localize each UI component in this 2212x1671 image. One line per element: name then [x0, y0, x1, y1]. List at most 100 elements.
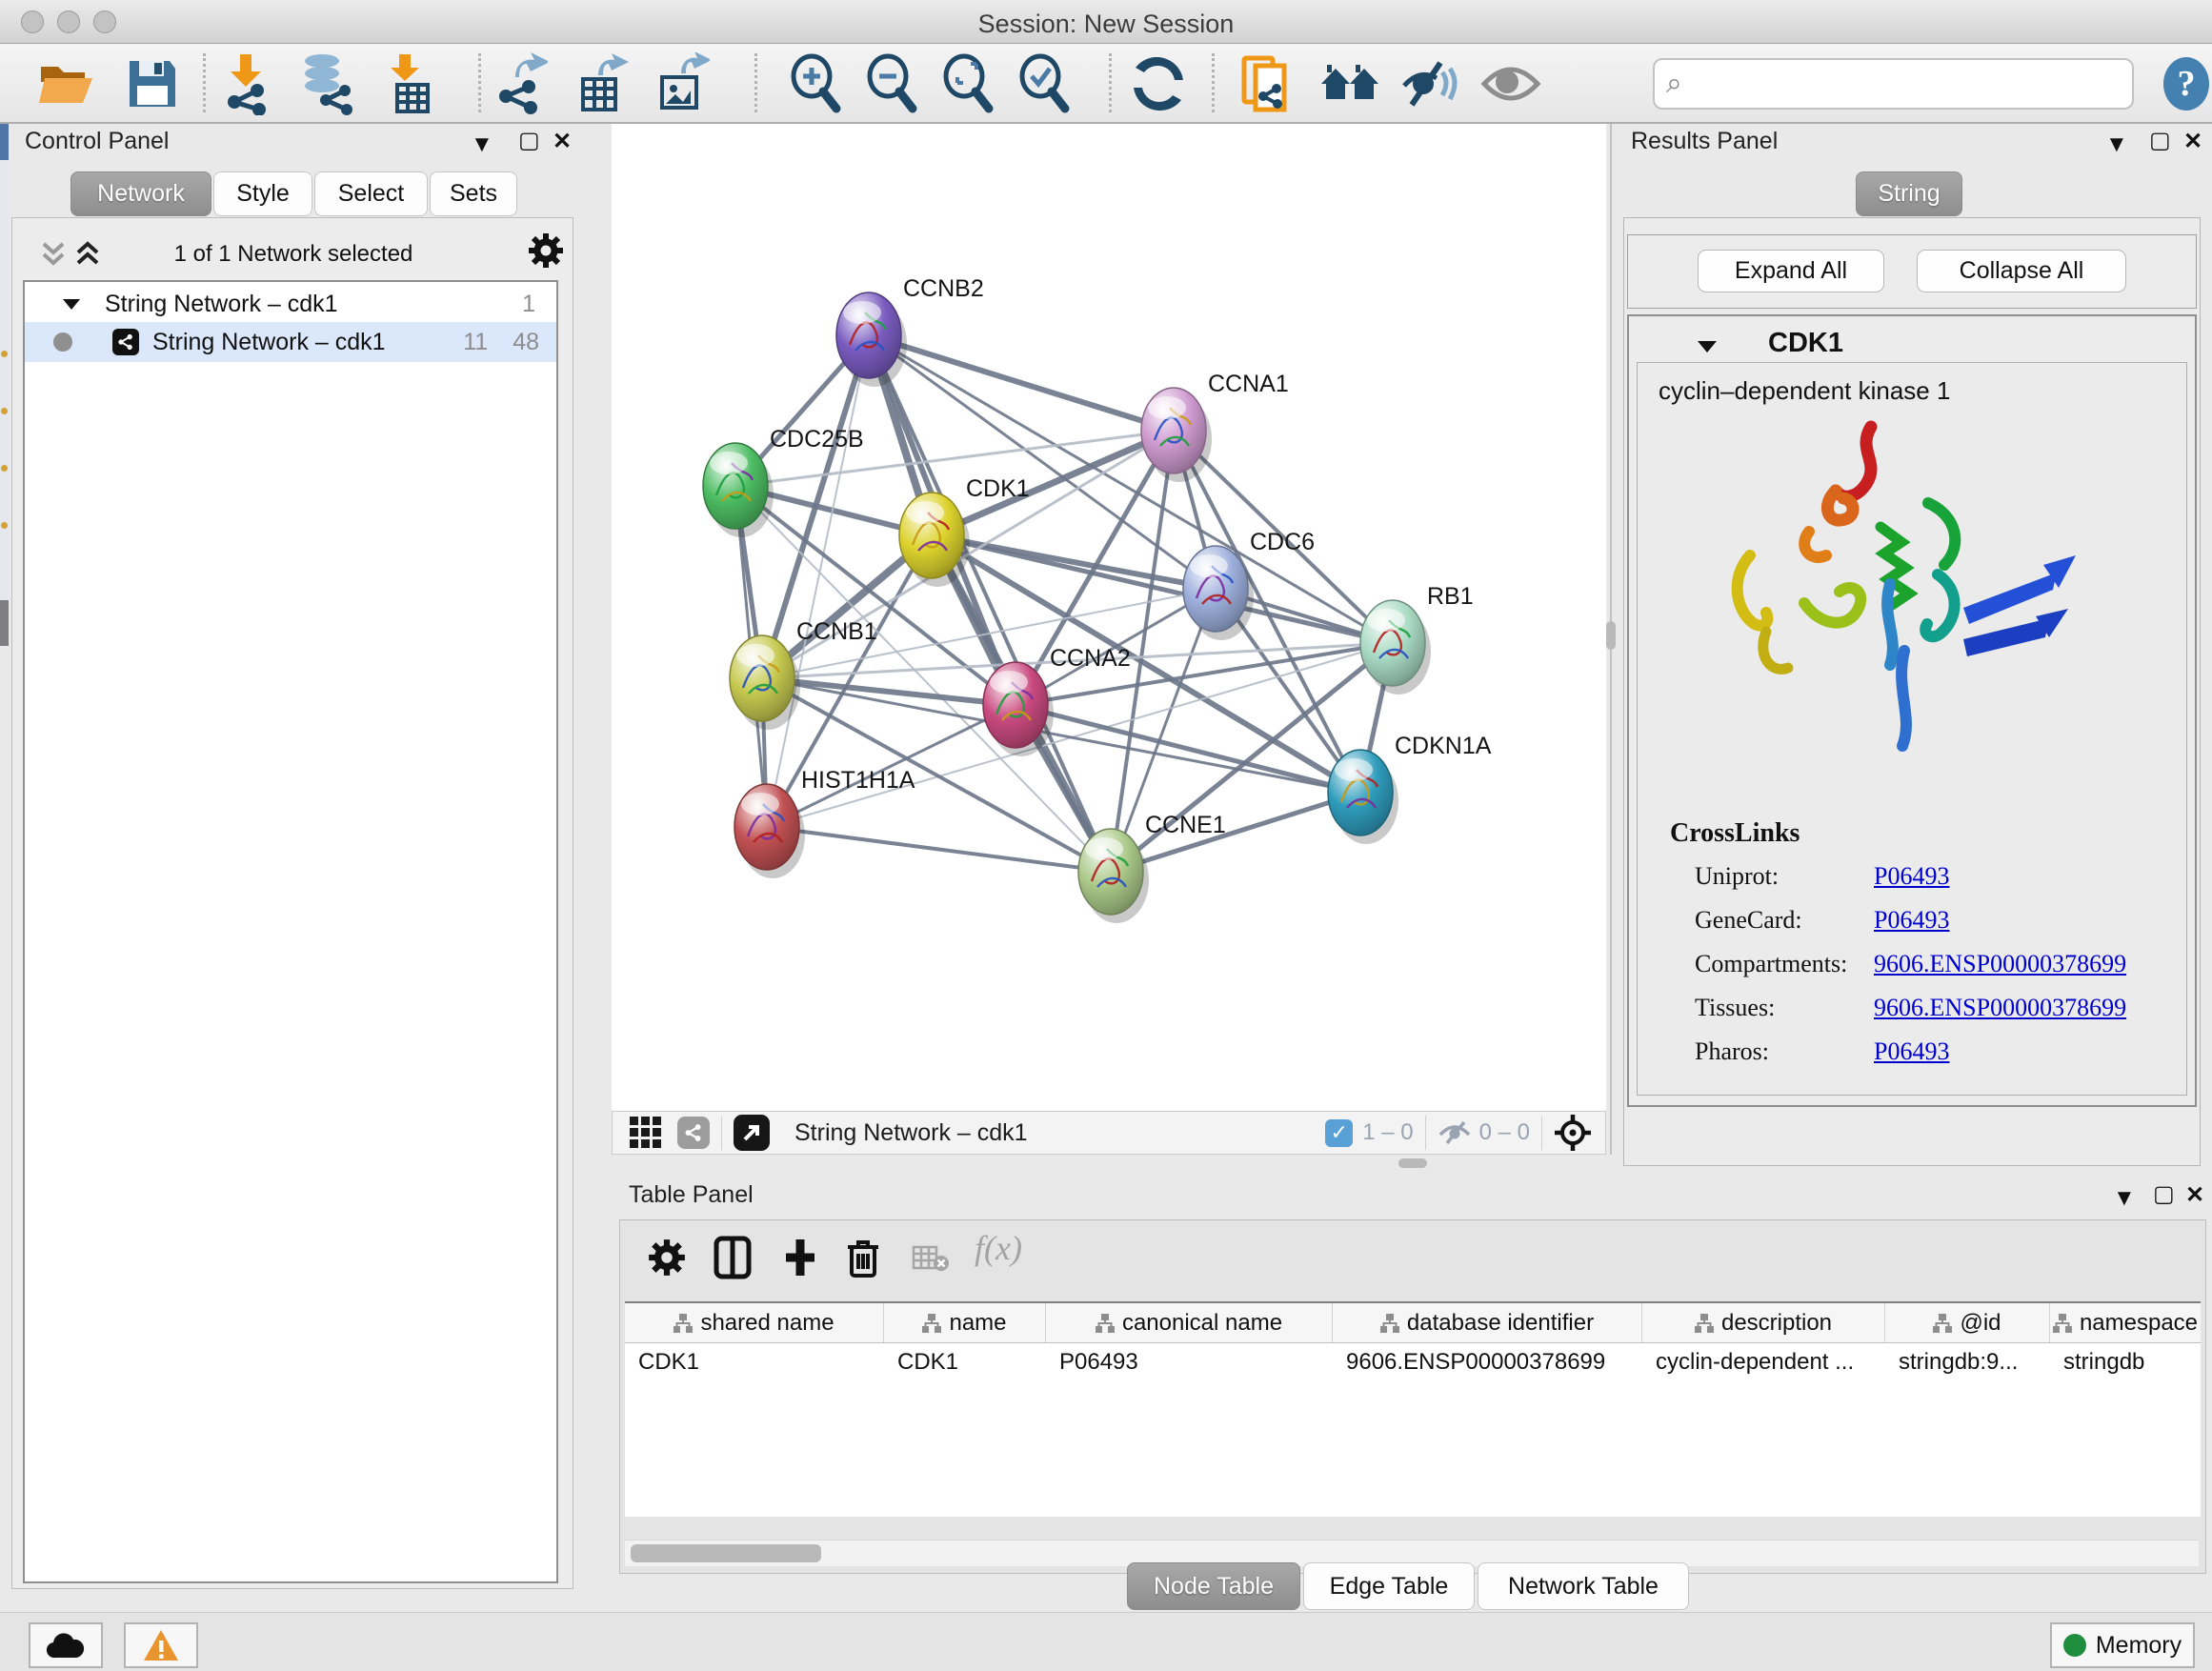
- section-collapse-triangle-icon[interactable]: [1696, 337, 1719, 355]
- table-options-button[interactable]: [647, 1238, 687, 1278]
- import-network-from-database-button[interactable]: [293, 51, 358, 116]
- refresh-button[interactable]: [1126, 51, 1191, 116]
- search-input[interactable]: [1682, 70, 2092, 98]
- control-panel-maximize-button[interactable]: ▢: [518, 130, 540, 152]
- memory-button[interactable]: Memory: [2050, 1622, 2195, 1668]
- control-panel-float-button[interactable]: ▼: [471, 133, 493, 156]
- cloud-sync-button[interactable]: [29, 1622, 103, 1668]
- show-columns-button[interactable]: [714, 1236, 752, 1279]
- status-bar: Memory: [0, 1612, 2212, 1671]
- network-node-ccnb2[interactable]: CCNB2: [836, 275, 984, 387]
- collapse-triangle-icon[interactable]: [61, 295, 82, 312]
- expand-all-networks-button[interactable]: [73, 239, 102, 270]
- network-tree: String Network – cdk1 1 String Network –…: [23, 280, 558, 1583]
- tab-select[interactable]: Select: [314, 171, 428, 216]
- node-label: HIST1H1A: [801, 767, 915, 794]
- network-edge[interactable]: [767, 705, 1016, 827]
- control-panel-close-button[interactable]: ✕: [553, 131, 572, 153]
- zoom-in-button[interactable]: [783, 51, 848, 116]
- network-node-cdc25b[interactable]: CDC25B: [703, 426, 864, 537]
- network-edge[interactable]: [869, 335, 1393, 643]
- network-node-rb1[interactable]: RB1: [1360, 583, 1474, 695]
- export-table-to-file-button[interactable]: [568, 51, 633, 116]
- duplicate-network-button[interactable]: [1233, 51, 1297, 116]
- column-header[interactable]: @id: [1885, 1303, 2050, 1343]
- navbar-separator: [1425, 1116, 1426, 1150]
- column-header[interactable]: namespace: [2050, 1303, 2201, 1343]
- tab-string[interactable]: String: [1856, 171, 1962, 216]
- birdseye-view-button[interactable]: [734, 1115, 770, 1151]
- tab-network[interactable]: Network: [70, 171, 211, 216]
- show-panels-button[interactable]: [1478, 51, 1543, 116]
- network-node-count: 11: [463, 329, 488, 356]
- table-panel-float-button[interactable]: ▼: [2113, 1187, 2136, 1210]
- tab-network-table[interactable]: Network Table: [1478, 1562, 1689, 1610]
- results-panel-float-button[interactable]: ▼: [2105, 133, 2128, 156]
- zoom-out-button[interactable]: [859, 51, 924, 116]
- main-toolbar: ⌕ ?: [0, 44, 2212, 124]
- table-row[interactable]: CDK1 CDK1 P06493 9606.ENSP00000378699 cy…: [625, 1343, 2201, 1383]
- collapse-all-button[interactable]: Collapse All: [1917, 250, 2126, 292]
- create-column-button[interactable]: [780, 1236, 820, 1279]
- table-panel-maximize-button[interactable]: ▢: [2153, 1183, 2175, 1206]
- compartments-link[interactable]: 9606.ENSP00000378699: [1874, 950, 2126, 978]
- network-row[interactable]: String Network – cdk1 11 48: [25, 322, 556, 362]
- network-options-button[interactable]: [527, 232, 565, 270]
- network-edge[interactable]: [767, 827, 1111, 872]
- node-label: CDKN1A: [1395, 733, 1492, 759]
- string-view-button[interactable]: [677, 1117, 710, 1149]
- double-chevron-down-icon: [39, 239, 68, 270]
- save-session-button[interactable]: [120, 51, 185, 116]
- collapse-all-networks-button[interactable]: [39, 239, 68, 270]
- export-network-to-file-button[interactable]: [487, 51, 552, 116]
- network-edge[interactable]: [767, 335, 869, 827]
- zoom-selected-button[interactable]: [1012, 51, 1076, 116]
- delete-column-button[interactable]: [845, 1236, 881, 1279]
- uniprot-link[interactable]: P06493: [1874, 862, 1949, 891]
- results-panel-close-button[interactable]: ✕: [2183, 131, 2202, 153]
- network-edge[interactable]: [869, 335, 1174, 431]
- vertical-splitter-handle[interactable]: [1606, 621, 1616, 650]
- network-canvas[interactable]: CCNB2CCNA1CDC25BCDK1CDC6RB1CCNB1CCNA2CDK…: [612, 124, 1606, 1111]
- results-panel-maximize-button[interactable]: ▢: [2149, 130, 2171, 152]
- table-panel-close-button[interactable]: ✕: [2185, 1184, 2204, 1207]
- column-header[interactable]: canonical name: [1046, 1303, 1333, 1343]
- export-image-button[interactable]: [649, 51, 714, 116]
- network-node-ccna1[interactable]: CCNA1: [1141, 371, 1289, 482]
- pharos-link[interactable]: P06493: [1874, 1037, 1949, 1066]
- zoom-fit-button[interactable]: [935, 51, 1000, 116]
- network-node-cdkn1a[interactable]: CDKN1A: [1328, 733, 1492, 844]
- network-node-ccna2[interactable]: CCNA2: [983, 645, 1131, 756]
- scrollbar-thumb[interactable]: [631, 1544, 821, 1562]
- delete-table-button[interactable]: [912, 1245, 950, 1274]
- column-header[interactable]: name: [884, 1303, 1046, 1343]
- warnings-button[interactable]: [124, 1622, 198, 1668]
- network-node-ccne1[interactable]: CCNE1: [1078, 812, 1226, 923]
- grid-view-button[interactable]: [630, 1117, 662, 1149]
- open-session-button[interactable]: [34, 51, 99, 116]
- tab-edge-table[interactable]: Edge Table: [1303, 1562, 1475, 1610]
- column-header[interactable]: shared name: [625, 1303, 884, 1343]
- cell-namespace: stringdb: [2050, 1343, 2201, 1383]
- tab-node-table[interactable]: Node Table: [1127, 1562, 1300, 1610]
- crosslinks-heading: CrossLinks: [1670, 818, 1800, 849]
- column-header[interactable]: database identifier: [1333, 1303, 1642, 1343]
- tab-sets[interactable]: Sets: [430, 171, 517, 216]
- fit-content-button[interactable]: [1554, 1114, 1592, 1152]
- horizontal-splitter-handle[interactable]: [1398, 1158, 1427, 1168]
- expand-all-button[interactable]: Expand All: [1698, 250, 1884, 292]
- tab-style[interactable]: Style: [213, 171, 312, 216]
- toolbar-separator: [478, 53, 481, 112]
- node-label: RB1: [1427, 583, 1474, 610]
- genecard-link[interactable]: P06493: [1874, 906, 1949, 935]
- help-button[interactable]: ?: [2161, 55, 2212, 112]
- tissues-link[interactable]: 9606.ENSP00000378699: [1874, 994, 2126, 1022]
- network-collection-row[interactable]: String Network – cdk1 1: [25, 286, 556, 322]
- hide-panels-button[interactable]: [1398, 51, 1463, 116]
- import-network-from-file-button[interactable]: [213, 51, 278, 116]
- function-builder-button[interactable]: f(x): [975, 1228, 1022, 1268]
- column-header[interactable]: description: [1642, 1303, 1885, 1343]
- import-table-from-file-button[interactable]: [375, 51, 440, 116]
- selected-nodes-checkbox[interactable]: ✓: [1325, 1119, 1353, 1147]
- network-overview-button[interactable]: [1318, 51, 1383, 116]
